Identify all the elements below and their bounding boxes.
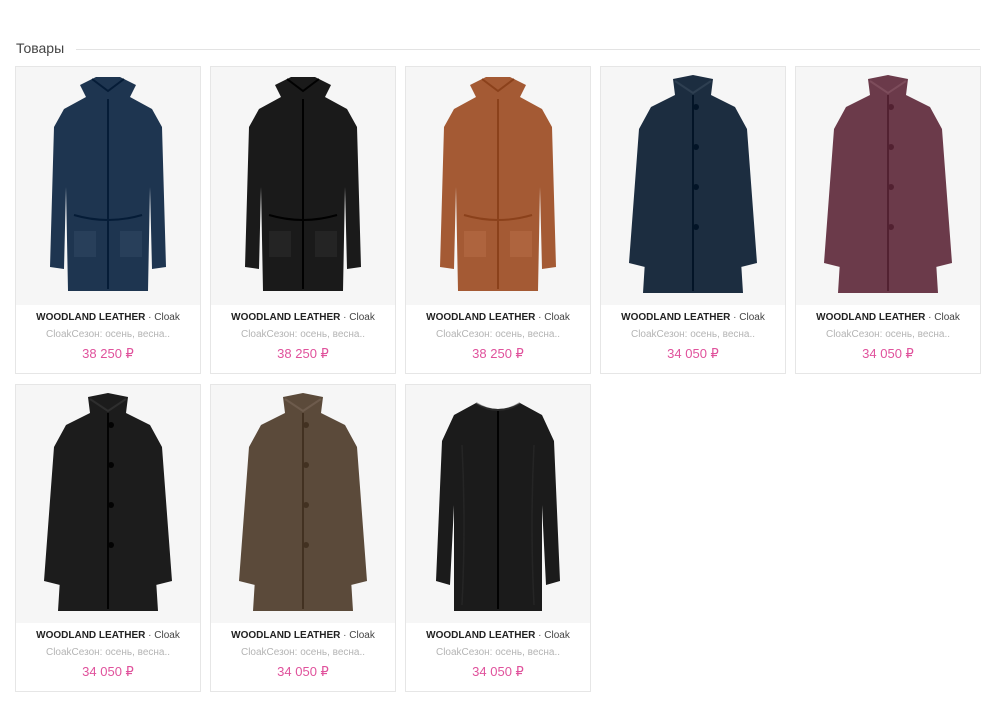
- product-info: WOODLAND LEATHER · Cloak CloakСезон: осе…: [796, 311, 980, 362]
- product-description: CloakСезон: осень, весна..: [435, 329, 561, 340]
- coat-image: [440, 77, 556, 291]
- product-price: 34 050 ₽: [472, 664, 524, 679]
- title-separator: ·: [340, 630, 350, 641]
- title-separator: ·: [730, 312, 740, 323]
- product-card[interactable]: WOODLAND LEATHER · Cloak CloakСезон: осе…: [405, 384, 591, 692]
- product-info: WOODLAND LEATHER · Cloak CloakСезон: осе…: [601, 311, 785, 362]
- product-brand: WOODLAND LEATHER: [231, 312, 341, 323]
- product-price: 34 050 ₽: [862, 346, 914, 361]
- title-separator: ·: [535, 312, 545, 323]
- product-title[interactable]: WOODLAND LEATHER · Cloak: [16, 629, 200, 643]
- product-category: Cloak: [934, 312, 960, 323]
- product-card[interactable]: WOODLAND LEATHER · Cloak CloakСезон: осе…: [795, 66, 981, 374]
- section-title: Товары: [16, 40, 65, 56]
- product-description: CloakСезон: осень, весна..: [630, 329, 756, 340]
- section-header: Товары: [16, 38, 980, 58]
- product-card[interactable]: WOODLAND LEATHER · Cloak CloakСезон: осе…: [600, 66, 786, 374]
- product-description: CloakСезон: осень, весна..: [45, 647, 171, 658]
- product-card[interactable]: WOODLAND LEATHER · Cloak CloakСезон: осе…: [405, 66, 591, 374]
- product-brand: WOODLAND LEATHER: [426, 312, 536, 323]
- product-brand: WOODLAND LEATHER: [231, 630, 341, 641]
- title-separator: ·: [145, 312, 155, 323]
- product-image[interactable]: [601, 67, 785, 305]
- product-image[interactable]: [16, 385, 200, 623]
- product-image[interactable]: [16, 67, 200, 305]
- title-separator: ·: [925, 312, 935, 323]
- title-separator: ·: [535, 630, 545, 641]
- product-image[interactable]: [406, 385, 590, 623]
- product-title[interactable]: WOODLAND LEATHER · Cloak: [796, 311, 980, 325]
- coat-image: [824, 75, 952, 293]
- product-price: 38 250 ₽: [277, 346, 329, 361]
- product-title[interactable]: WOODLAND LEATHER · Cloak: [211, 311, 395, 325]
- coat-image: [245, 77, 361, 291]
- coat-image: [629, 75, 757, 293]
- product-title[interactable]: WOODLAND LEATHER · Cloak: [601, 311, 785, 325]
- product-brand: WOODLAND LEATHER: [426, 630, 536, 641]
- product-description: CloakСезон: осень, весна..: [240, 647, 366, 658]
- product-category: Cloak: [544, 630, 570, 641]
- product-card[interactable]: WOODLAND LEATHER · Cloak CloakСезон: осе…: [210, 66, 396, 374]
- product-category: Cloak: [349, 630, 375, 641]
- product-category: Cloak: [739, 312, 765, 323]
- title-separator: ·: [145, 630, 155, 641]
- product-price: 34 050 ₽: [277, 664, 329, 679]
- product-title[interactable]: WOODLAND LEATHER · Cloak: [406, 311, 590, 325]
- product-title[interactable]: WOODLAND LEATHER · Cloak: [16, 311, 200, 325]
- product-info: WOODLAND LEATHER · Cloak CloakСезон: осе…: [16, 629, 200, 680]
- product-info: WOODLAND LEATHER · Cloak CloakСезон: осе…: [211, 629, 395, 680]
- coat-image: [239, 393, 367, 611]
- product-brand: WOODLAND LEATHER: [621, 312, 731, 323]
- product-card[interactable]: WOODLAND LEATHER · Cloak CloakСезон: осе…: [210, 384, 396, 692]
- product-brand: WOODLAND LEATHER: [36, 312, 146, 323]
- product-image[interactable]: [796, 67, 980, 305]
- coat-image: [50, 77, 166, 291]
- product-price: 38 250 ₽: [472, 346, 524, 361]
- product-image[interactable]: [211, 385, 395, 623]
- product-description: CloakСезон: осень, весна..: [825, 329, 951, 340]
- product-card[interactable]: WOODLAND LEATHER · Cloak CloakСезон: осе…: [15, 66, 201, 374]
- product-image[interactable]: [406, 67, 590, 305]
- product-category: Cloak: [154, 630, 180, 641]
- section-divider: [76, 48, 980, 50]
- product-price: 34 050 ₽: [667, 346, 719, 361]
- product-card[interactable]: WOODLAND LEATHER · Cloak CloakСезон: осе…: [15, 384, 201, 692]
- product-title[interactable]: WOODLAND LEATHER · Cloak: [406, 629, 590, 643]
- product-info: WOODLAND LEATHER · Cloak CloakСезон: осе…: [406, 311, 590, 362]
- product-price: 38 250 ₽: [82, 346, 134, 361]
- product-info: WOODLAND LEATHER · Cloak CloakСезон: осе…: [406, 629, 590, 680]
- product-info: WOODLAND LEATHER · Cloak CloakСезон: осе…: [211, 311, 395, 362]
- product-brand: WOODLAND LEATHER: [36, 630, 146, 641]
- product-price: 34 050 ₽: [82, 664, 134, 679]
- product-category: Cloak: [349, 312, 375, 323]
- product-info: WOODLAND LEATHER · Cloak CloakСезон: осе…: [16, 311, 200, 362]
- product-category: Cloak: [544, 312, 570, 323]
- product-brand: WOODLAND LEATHER: [816, 312, 926, 323]
- product-title[interactable]: WOODLAND LEATHER · Cloak: [211, 629, 395, 643]
- product-image[interactable]: [211, 67, 395, 305]
- coat-image: [436, 402, 560, 611]
- product-description: CloakСезон: осень, весна..: [45, 329, 171, 340]
- product-description: CloakСезон: осень, весна..: [435, 647, 561, 658]
- title-separator: ·: [340, 312, 350, 323]
- product-description: CloakСезон: осень, весна..: [240, 329, 366, 340]
- product-category: Cloak: [154, 312, 180, 323]
- coat-image: [44, 393, 172, 611]
